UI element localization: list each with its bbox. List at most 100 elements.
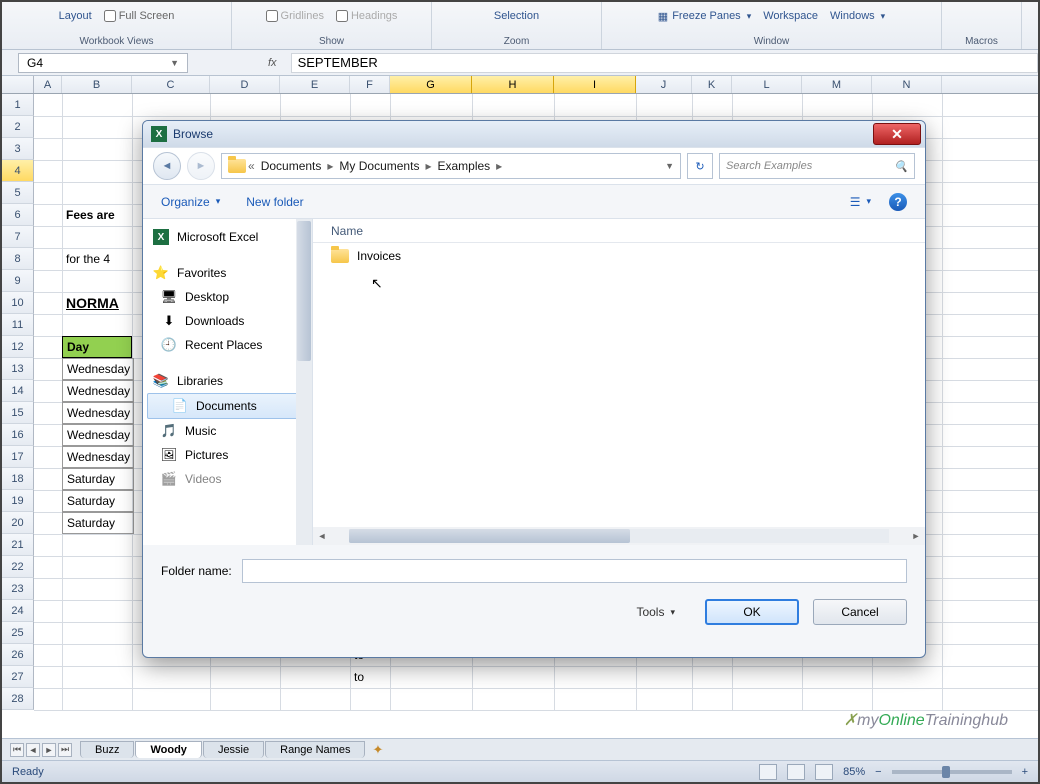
col-header-D[interactable]: D <box>210 76 280 93</box>
row-header-9[interactable]: 9 <box>2 270 34 292</box>
cell-B8[interactable]: for the 4 <box>62 248 114 270</box>
zoom-selection-button[interactable]: Selection <box>494 10 539 22</box>
col-header-I[interactable]: I <box>554 76 636 93</box>
tab-first-icon[interactable]: ⏮ <box>10 743 24 757</box>
row-header-22[interactable]: 22 <box>2 556 34 578</box>
row-header-1[interactable]: 1 <box>2 94 34 116</box>
row-header-6[interactable]: 6 <box>2 204 34 226</box>
sidebar-item-libraries[interactable]: 📚Libraries <box>143 369 312 393</box>
page-layout-view-button[interactable] <box>787 764 805 780</box>
name-box[interactable]: G4▼ <box>18 53 188 73</box>
file-row-invoices[interactable]: Invoices ↖ <box>313 243 925 269</box>
col-header-J[interactable]: J <box>636 76 692 93</box>
cell-B20[interactable]: Saturday <box>62 512 134 534</box>
tab-next-icon[interactable]: ► <box>42 743 56 757</box>
tools-button[interactable]: Tools <box>636 605 675 619</box>
cell-B14[interactable]: Wednesday <box>62 380 134 402</box>
row-header-19[interactable]: 19 <box>2 490 34 512</box>
row-header-15[interactable]: 15 <box>2 402 34 424</box>
sidebar-item-favorites[interactable]: ⭐Favorites <box>143 261 312 285</box>
dialog-titlebar[interactable]: X Browse ✕ <box>143 121 925 147</box>
row-header-25[interactable]: 25 <box>2 622 34 644</box>
sidebar-item-music[interactable]: 🎵Music <box>143 419 312 443</box>
col-header-N[interactable]: N <box>872 76 942 93</box>
tab-nav[interactable]: ⏮ ◄ ► ⏭ <box>10 743 72 757</box>
row-header-12[interactable]: 12 <box>2 336 34 358</box>
gridlines-toggle[interactable]: Gridlines <box>266 10 324 22</box>
breadcrumb-seg[interactable]: My Documents <box>335 159 423 173</box>
sidebar-item-excel[interactable]: XMicrosoft Excel <box>143 225 312 249</box>
row-header-11[interactable]: 11 <box>2 314 34 336</box>
row-header-28[interactable]: 28 <box>2 688 34 710</box>
row-header-14[interactable]: 14 <box>2 380 34 402</box>
col-header-E[interactable]: E <box>280 76 350 93</box>
row-header-10[interactable]: 10 <box>2 292 34 314</box>
cancel-button[interactable]: Cancel <box>813 599 907 625</box>
breadcrumb[interactable]: « Documents ▸ My Documents ▸ Examples ▸ … <box>221 153 681 179</box>
sidebar-item-videos[interactable]: 🎬Videos <box>143 467 312 491</box>
col-header-L[interactable]: L <box>732 76 802 93</box>
switch-windows-button[interactable]: Windows <box>830 10 885 22</box>
row-header-7[interactable]: 7 <box>2 226 34 248</box>
dialog-sidebar[interactable]: XMicrosoft Excel ⭐Favorites 🖥Desktop ⬇Do… <box>143 219 313 545</box>
cell-B19[interactable]: Saturday <box>62 490 134 512</box>
row-header-20[interactable]: 20 <box>2 512 34 534</box>
cell-B10[interactable]: NORMA <box>62 292 123 314</box>
ok-button[interactable]: OK <box>705 599 799 625</box>
close-button[interactable]: ✕ <box>873 123 921 145</box>
chevron-right-icon[interactable]: ▸ <box>425 159 431 173</box>
freeze-panes-button[interactable]: ▦ Freeze Panes <box>658 10 751 23</box>
tab-prev-icon[interactable]: ◄ <box>26 743 40 757</box>
chevron-right-icon[interactable]: ▸ <box>496 159 502 173</box>
col-header-A[interactable]: A <box>34 76 62 93</box>
cell-F27[interactable]: to <box>350 666 368 688</box>
zoom-slider[interactable] <box>892 770 1012 774</box>
chevron-down-icon[interactable]: ▼ <box>665 161 674 171</box>
row-header-2[interactable]: 2 <box>2 116 34 138</box>
zoom-out-button[interactable]: − <box>875 766 881 778</box>
sheet-tab-buzz[interactable]: Buzz <box>80 741 134 758</box>
row-header-4[interactable]: 4 <box>2 160 34 182</box>
tab-last-icon[interactable]: ⏭ <box>58 743 72 757</box>
col-header-B[interactable]: B <box>62 76 132 93</box>
sidebar-item-documents[interactable]: 📄Documents <box>147 393 308 419</box>
row-header-17[interactable]: 17 <box>2 446 34 468</box>
sidebar-item-recent[interactable]: 🕘Recent Places <box>143 333 312 357</box>
sheet-tab-woody[interactable]: Woody <box>135 741 201 758</box>
headings-toggle[interactable]: Headings <box>336 10 397 22</box>
row-header-27[interactable]: 27 <box>2 666 34 688</box>
zoom-in-button[interactable]: + <box>1022 766 1028 778</box>
row-header-13[interactable]: 13 <box>2 358 34 380</box>
row-header-16[interactable]: 16 <box>2 424 34 446</box>
sheet-tab-range-names[interactable]: Range Names <box>265 741 365 758</box>
refresh-button[interactable]: ↻ <box>687 153 713 179</box>
new-sheet-button[interactable]: ✦ <box>372 742 383 758</box>
zoom-level[interactable]: 85% <box>843 766 865 778</box>
sidebar-scrollbar[interactable] <box>296 219 312 545</box>
cell-B16[interactable]: Wednesday <box>62 424 134 446</box>
breadcrumb-seg[interactable]: Documents <box>257 159 326 173</box>
organize-button[interactable]: Organize <box>161 195 220 209</box>
normal-view-button[interactable] <box>759 764 777 780</box>
chevron-right-icon[interactable]: « <box>248 159 255 173</box>
col-header-G[interactable]: G <box>390 76 472 93</box>
file-list-scrollbar[interactable]: ◄ ► <box>313 527 925 545</box>
cell-B17[interactable]: Wednesday <box>62 446 134 468</box>
view-button[interactable]: ☰ <box>850 195 871 209</box>
cell-B12[interactable]: Day <box>62 336 132 358</box>
file-list-header[interactable]: Name <box>313 219 925 243</box>
col-header-H[interactable]: H <box>472 76 554 93</box>
cell-B13[interactable]: Wednesday <box>62 358 134 380</box>
cell-B6[interactable]: Fees are <box>62 204 119 226</box>
sidebar-item-desktop[interactable]: 🖥Desktop <box>143 285 312 309</box>
row-header-8[interactable]: 8 <box>2 248 34 270</box>
col-header-K[interactable]: K <box>692 76 732 93</box>
fx-label[interactable]: fx <box>268 57 277 69</box>
cell-B15[interactable]: Wednesday <box>62 402 134 424</box>
breadcrumb-seg[interactable]: Examples <box>433 159 494 173</box>
chevron-right-icon[interactable]: ▸ <box>327 159 333 173</box>
col-header-M[interactable]: M <box>802 76 872 93</box>
layout-button[interactable]: Layout <box>59 10 92 22</box>
row-header-23[interactable]: 23 <box>2 578 34 600</box>
search-input[interactable]: Search Examples 🔍 <box>719 153 915 179</box>
